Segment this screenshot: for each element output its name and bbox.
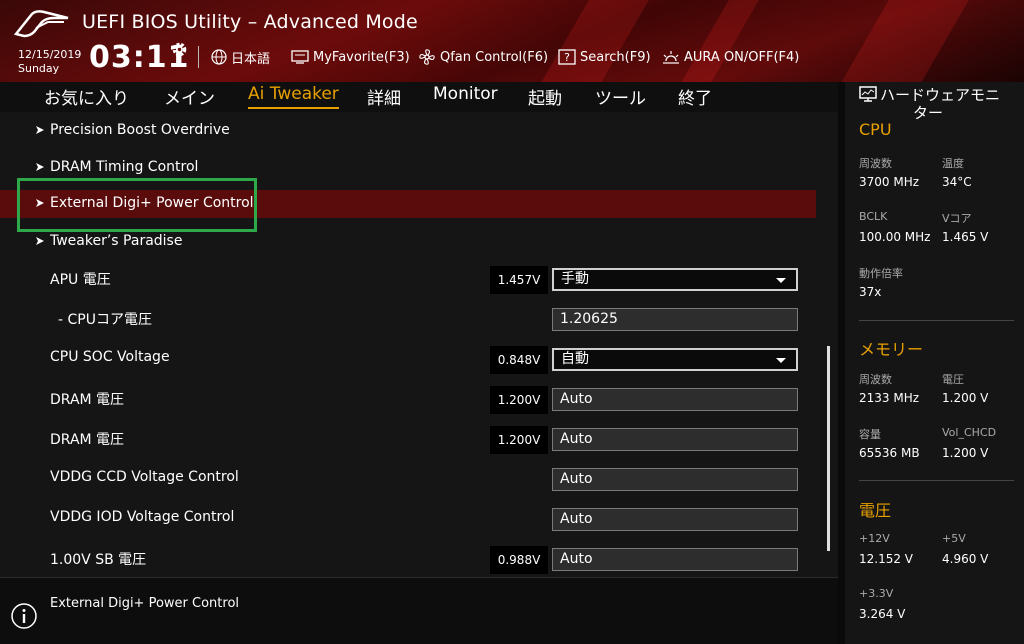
header-divider [198, 46, 199, 68]
vol-chcd-label: Vol_CHCD [942, 426, 997, 439]
v5-label: +5V [942, 532, 966, 545]
gear-icon[interactable] [171, 41, 188, 58]
current-value-dram-voltage-1: 1.200V [490, 386, 548, 414]
tab-main[interactable]: メイン [164, 84, 215, 109]
arrow-right-icon [36, 163, 44, 171]
v33-value: 3.264 V [859, 607, 906, 621]
mem-volt-label: 電圧 [942, 373, 964, 386]
cpu-freq-label: 周波数 [859, 157, 892, 170]
mem-capacity-label: 容量 [859, 428, 881, 441]
tab-boot[interactable]: 起動 [528, 84, 562, 109]
memory-section-heading: メモリー [859, 340, 924, 359]
sb-voltage-input[interactable]: Auto [552, 548, 798, 571]
monitor-icon [859, 86, 877, 102]
app-title: UEFI BIOS Utility – Advanced Mode [82, 11, 418, 33]
submenu-tweakers-paradise[interactable]: Tweaker’s Paradise [0, 228, 816, 256]
cpu-temp-value: 34°C [942, 175, 972, 189]
hardware-monitor-title: ハードウェアモニ ター [859, 86, 1019, 122]
current-value-dram-voltage-2: 1.200V [490, 426, 548, 454]
submenu-dram-timing-control[interactable]: DRAM Timing Control [0, 154, 816, 182]
qfan-control-button[interactable]: Qfan Control(F6) [418, 47, 548, 67]
cpu-temp-label: 温度 [942, 157, 964, 170]
scrollbar[interactable] [827, 346, 830, 551]
vcore-label: Vコア [942, 212, 972, 225]
vddg-ccd-input[interactable]: Auto [552, 468, 798, 491]
aura-icon [663, 51, 679, 64]
chevron-down-icon [776, 278, 786, 283]
apu-voltage-dropdown[interactable]: 手動 [552, 268, 798, 291]
myfavorite-button[interactable]: MyFavorite(F3) [291, 47, 410, 67]
submenu-precision-boost-overdrive[interactable]: Precision Boost Overdrive [0, 117, 816, 145]
search-help-icon: ? [558, 49, 576, 65]
arrow-right-icon [36, 237, 44, 245]
v5-value: 4.960 V [942, 552, 989, 566]
submenu-external-digi-power-control[interactable]: External Digi+ Power Control [0, 190, 816, 218]
v12-label: +12V [859, 532, 890, 545]
bclk-label: BCLK [859, 210, 888, 223]
section-divider [859, 320, 1014, 321]
chevron-down-icon [776, 358, 786, 363]
description-text: External Digi+ Power Control [50, 596, 240, 611]
description-bar: External Digi+ Power Control [0, 577, 838, 644]
mem-capacity-value: 65536 MB [859, 446, 920, 460]
ratio-label: 動作倍率 [859, 267, 903, 280]
arrow-right-icon [36, 126, 44, 134]
dram-voltage-2-input[interactable]: Auto [552, 428, 798, 451]
vol-chcd-value: 1.200 V [942, 446, 989, 460]
section-divider [859, 480, 1014, 481]
current-value-apu-voltage: 1.457V [490, 266, 548, 294]
v33-label: +3.3V [859, 587, 894, 600]
rog-logo-icon [14, 10, 69, 38]
cpu-core-voltage-input[interactable]: 1.20625 [552, 308, 798, 331]
tab-monitor[interactable]: Monitor [433, 84, 498, 104]
current-value-cpu-soc-voltage: 0.848V [490, 346, 548, 374]
vcore-value: 1.465 V [942, 230, 989, 244]
cpu-section-heading: CPU [859, 120, 892, 139]
mem-freq-label: 周波数 [859, 373, 892, 386]
main-tabs: お気に入り メイン Ai Tweaker 詳細 Monitor 起動 ツール 終… [0, 82, 838, 112]
current-value-sb-voltage: 0.988V [490, 546, 548, 574]
date-display: 12/15/2019 Sunday [18, 48, 82, 75]
fan-icon [419, 49, 435, 65]
voltage-section-heading: 電圧 [859, 501, 892, 520]
cpu-soc-voltage-dropdown[interactable]: 自動 [552, 348, 798, 371]
header-bar: UEFI BIOS Utility – Advanced Mode 12/15/… [0, 0, 1024, 82]
svg-text:?: ? [564, 51, 570, 64]
bclk-value: 100.00 MHz [859, 230, 931, 244]
tab-ai-tweaker[interactable]: Ai Tweaker [248, 84, 339, 109]
tab-exit[interactable]: 終了 [678, 84, 712, 109]
info-icon [11, 603, 37, 629]
dram-voltage-1-input[interactable]: Auto [552, 388, 798, 411]
ratio-value: 37x [859, 285, 882, 299]
mem-volt-value: 1.200 V [942, 391, 989, 405]
monitor-icon [291, 50, 309, 64]
arrow-right-icon [36, 199, 44, 207]
mem-freq-value: 2133 MHz [859, 391, 920, 405]
search-button[interactable]: ? Search(F9) [558, 47, 651, 67]
vddg-iod-input[interactable]: Auto [552, 508, 798, 531]
tab-advanced[interactable]: 詳細 [367, 84, 401, 109]
cpu-freq-value: 3700 MHz [859, 175, 920, 189]
settings-list: Precision Boost Overdrive DRAM Timing Co… [0, 112, 838, 577]
hardware-monitor-panel: ハードウェアモニ ター CPU 周波数 温度 3700 MHz 34°C BCL… [838, 82, 1024, 644]
tab-favorites[interactable]: お気に入り [44, 84, 129, 109]
globe-icon [211, 49, 227, 65]
aura-toggle-button[interactable]: AURA ON/OFF(F4) [662, 47, 799, 67]
tab-tool[interactable]: ツール [595, 84, 646, 109]
language-button[interactable]: 日本語 [211, 47, 270, 67]
v12-value: 12.152 V [859, 552, 914, 566]
